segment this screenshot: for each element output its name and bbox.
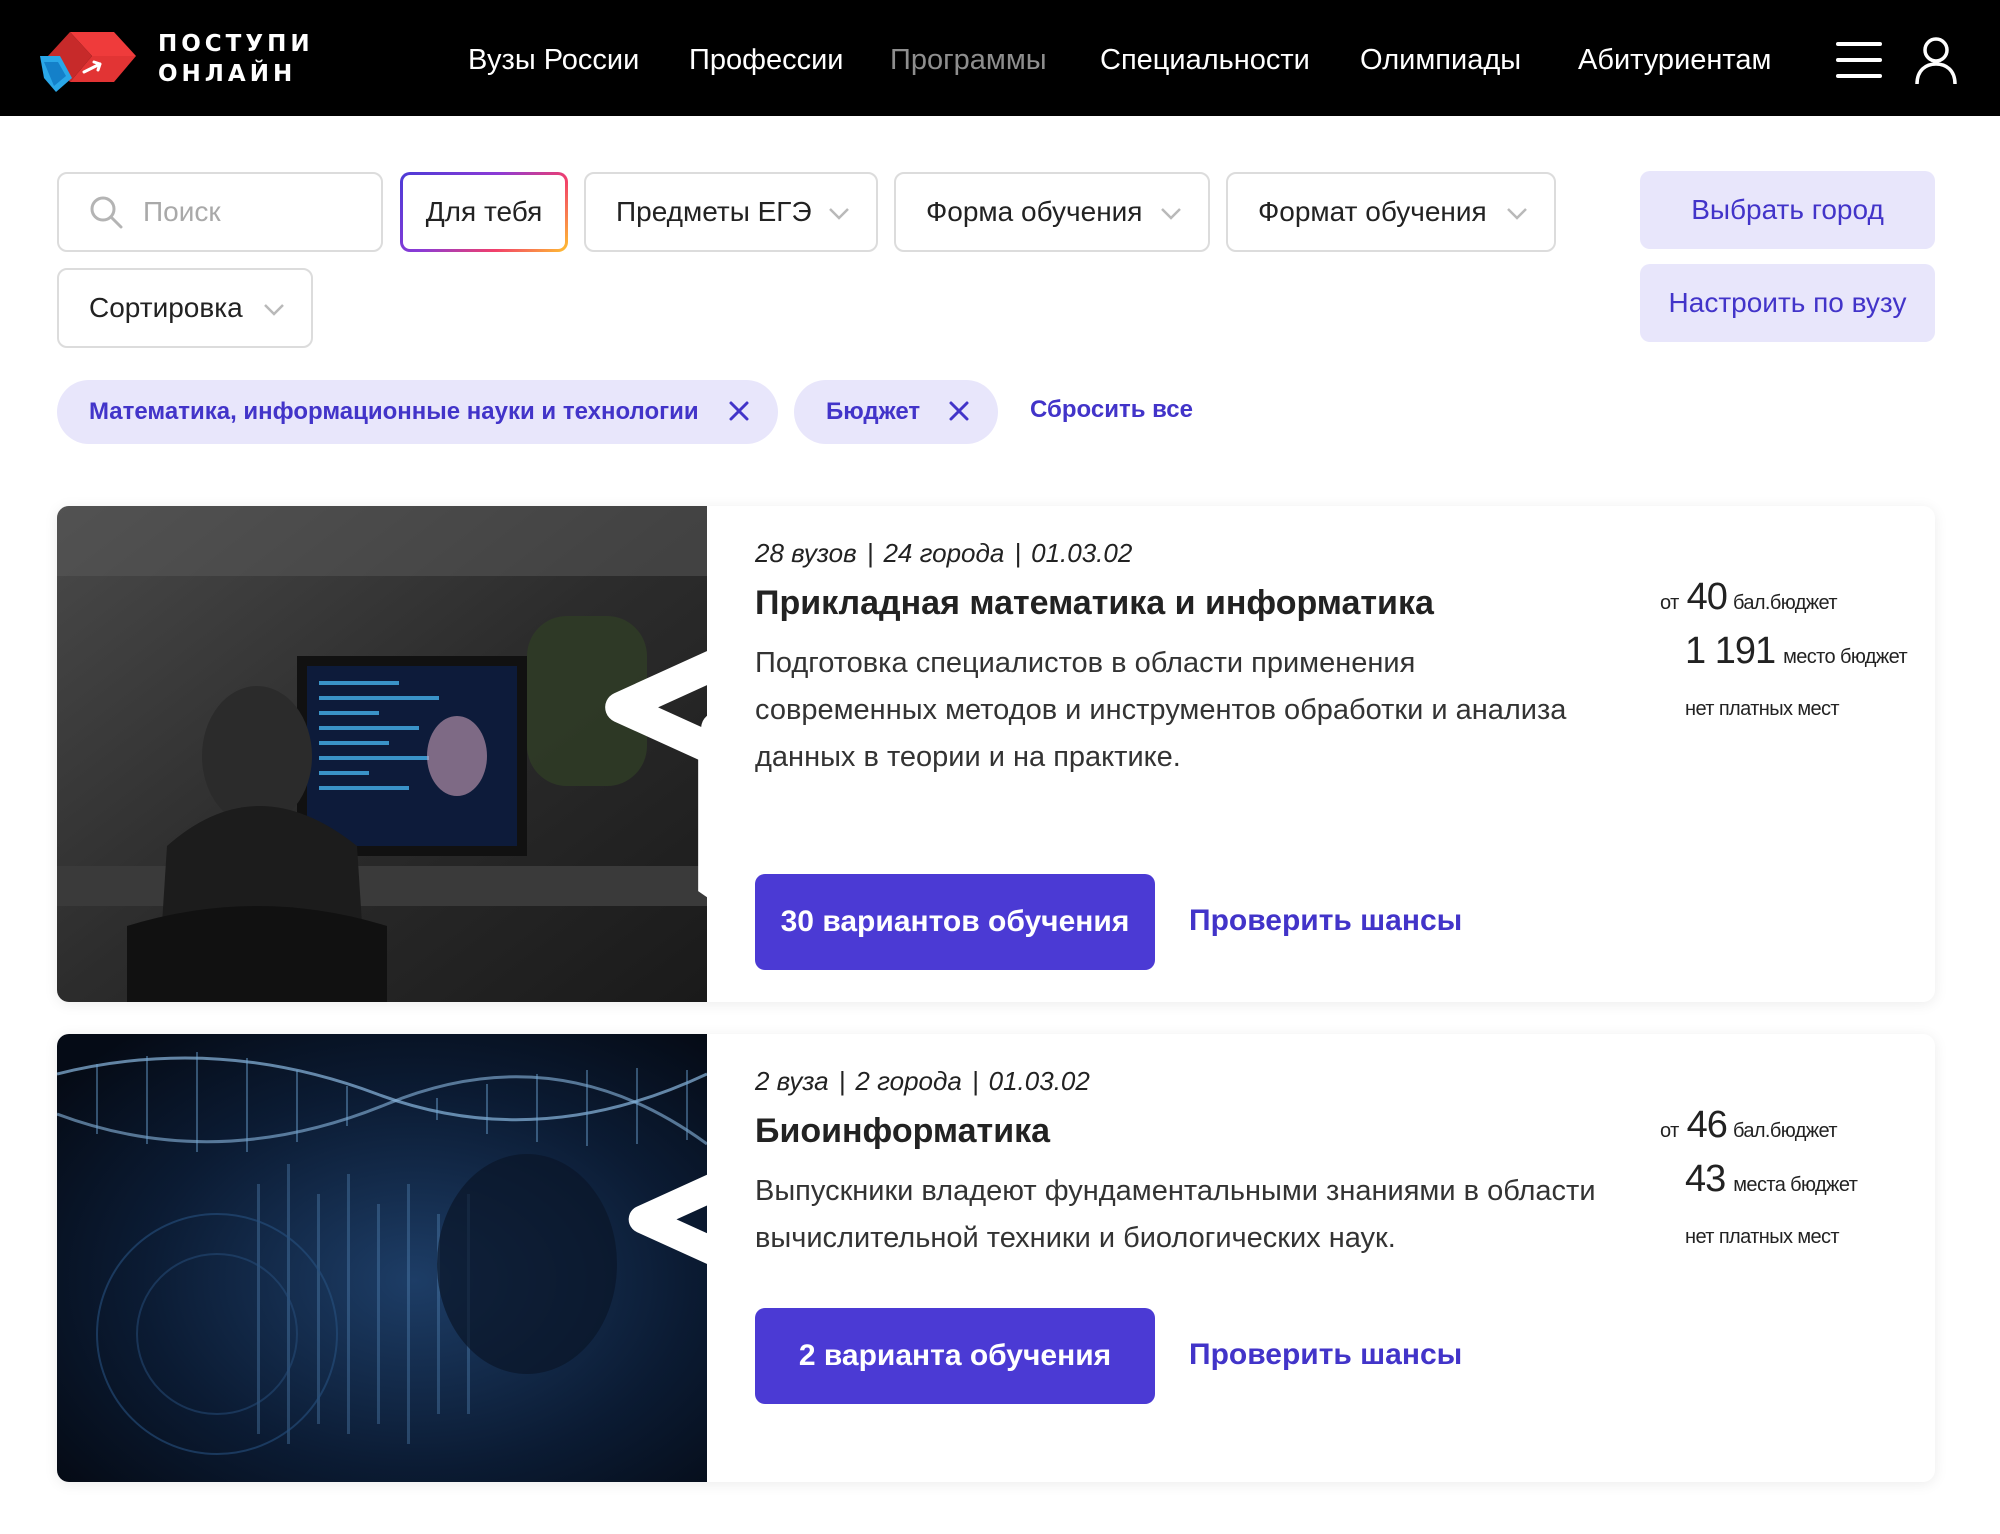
close-icon[interactable] <box>728 400 750 422</box>
configure-by-university-button[interactable]: Настроить по вузу <box>1640 264 1935 342</box>
top-header: ПОСТУПИ ОНЛАЙН Вузы России Профессии Про… <box>0 0 2000 116</box>
study-format-dropdown[interactable]: Формат обучения <box>1226 172 1556 252</box>
filter-chip-budget: Бюджет <box>794 380 998 444</box>
logo-text: ПОСТУПИ ОНЛАЙН <box>158 29 314 89</box>
score-prefix: от <box>1660 1120 1679 1142</box>
user-icon[interactable] <box>1914 36 1958 86</box>
cities-count: 24 города <box>883 538 1005 568</box>
places-value: 43 <box>1685 1158 1726 1200</box>
logo-line-1: ПОСТУПИ <box>158 31 314 57</box>
places-label: место бюджет <box>1783 646 1908 668</box>
chevron-down-icon <box>829 208 849 220</box>
chevron-down-icon <box>1161 208 1181 220</box>
study-options-label: 30 вариантов обучения <box>780 905 1130 938</box>
score-value: 40 <box>1686 576 1728 618</box>
budget-places: 1 191 место бюджет <box>1685 630 1908 673</box>
check-chances-link[interactable]: Проверить шансы <box>1189 904 1462 938</box>
study-format-label: Формат обучения <box>1258 196 1487 227</box>
choose-city-button[interactable]: Выбрать город <box>1640 171 1935 249</box>
logo-mark-icon <box>40 32 136 92</box>
study-form-dropdown[interactable]: Форма обучения <box>894 172 1210 252</box>
study-form-label: Форма обучения <box>926 196 1143 227</box>
program-card[interactable]: 28 вузов | 24 города | 01.03.02 Прикладная м… <box>57 506 1935 1002</box>
program-code: 01.03.02 <box>988 1066 1090 1096</box>
paid-places-info: нет платных мест <box>1685 1226 1840 1248</box>
nav-applicants[interactable]: Абитуриентам <box>1578 44 1771 77</box>
close-icon[interactable] <box>948 400 970 422</box>
logo-line-2: ОНЛАЙН <box>158 61 297 87</box>
universities-count: 28 вузов <box>755 538 857 568</box>
score-label: бал.бюджет <box>1732 592 1838 614</box>
program-description: Выпускники владеют фундаментальными знан… <box>755 1175 1596 1254</box>
search-input[interactable]: Поиск <box>57 172 383 252</box>
score-label: бал.бюджет <box>1732 1120 1838 1142</box>
sort-label: Сортировка <box>89 292 243 323</box>
nav-professions[interactable]: Профессии <box>689 44 844 77</box>
nav-universities[interactable]: Вузы России <box>468 44 639 77</box>
filter-chip-label: Математика, информационные науки и техно… <box>89 398 699 425</box>
program-title[interactable]: Прикладная математика и информатика <box>755 584 1434 623</box>
paid-places-info: нет платных мест <box>1685 698 1840 720</box>
for-you-button[interactable]: Для тебя <box>400 172 568 252</box>
program-card[interactable]: 2 вуза | 2 города | 01.03.02 Биоинформатика … <box>57 1034 1935 1482</box>
study-options-button[interactable]: 30 вариантов обучения <box>755 874 1155 970</box>
universities-count: 2 вуза <box>755 1066 829 1096</box>
min-score: от 40 бал.бюджет <box>1660 576 1838 619</box>
program-code: 01.03.02 <box>1031 538 1133 568</box>
places-value: 1 191 <box>1685 630 1776 672</box>
program-meta: 2 вуза | 2 города | 01.03.02 <box>755 1066 1090 1096</box>
ege-subjects-dropdown[interactable]: Предметы ЕГЭ <box>584 172 878 252</box>
check-chances-link[interactable]: Проверить шансы <box>1189 1338 1462 1372</box>
site-logo[interactable]: ПОСТУПИ ОНЛАЙН <box>40 26 314 92</box>
min-score: от 46 бал.бюджет <box>1660 1104 1838 1147</box>
program-description: Подготовка специалистов в области примен… <box>755 647 1567 773</box>
configure-by-university-label: Настроить по вузу <box>1668 287 1907 318</box>
choose-city-label: Выбрать город <box>1691 194 1884 225</box>
program-meta: 28 вузов | 24 города | 01.03.02 <box>755 538 1133 568</box>
study-options-label: 2 варианта обучения <box>798 1339 1112 1372</box>
nav-olympiads[interactable]: Олимпиады <box>1360 44 1521 77</box>
search-placeholder: Поиск <box>143 196 221 227</box>
hamburger-icon[interactable] <box>1836 40 1882 80</box>
chevron-down-icon <box>264 304 284 316</box>
search-icon <box>90 196 123 229</box>
places-label: места бюджет <box>1733 1174 1858 1196</box>
sort-dropdown[interactable]: Сортировка <box>57 268 313 348</box>
reset-all-link[interactable]: Сбросить все <box>1030 396 1193 424</box>
cities-count: 2 города <box>855 1066 962 1096</box>
chevron-down-icon <box>1507 208 1527 220</box>
ege-subjects-label: Предметы ЕГЭ <box>616 196 812 227</box>
budget-places: 43 места бюджет <box>1685 1158 1858 1201</box>
nav-specialties[interactable]: Специальности <box>1100 44 1310 77</box>
for-you-label: Для тебя <box>425 196 543 227</box>
study-options-button[interactable]: 2 варианта обучения <box>755 1308 1155 1404</box>
score-value: 46 <box>1686 1104 1728 1146</box>
score-prefix: от <box>1660 592 1679 614</box>
program-title[interactable]: Биоинформатика <box>755 1112 1050 1151</box>
nav-programs[interactable]: Программы <box>890 44 1047 77</box>
program-image <box>57 1034 1164 1482</box>
program-image <box>57 506 1187 1002</box>
filter-chip-label: Бюджет <box>826 398 921 425</box>
filter-chip-field: Математика, информационные науки и техно… <box>57 380 778 444</box>
